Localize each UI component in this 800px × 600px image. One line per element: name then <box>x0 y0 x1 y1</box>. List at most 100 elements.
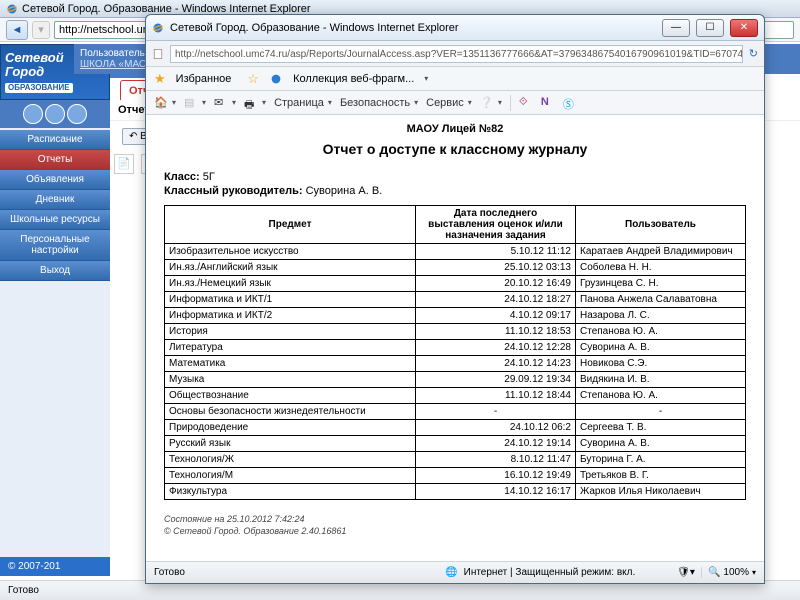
user-label: Пользователь <box>80 48 145 59</box>
nav-round-icon[interactable] <box>67 104 87 124</box>
cell-date: 24.10.12 12:28 <box>416 340 576 356</box>
security-menu[interactable]: Безопасность <box>340 97 418 109</box>
cell-date: 11.10.12 18:44 <box>416 388 576 404</box>
nav-schedule[interactable]: Расписание <box>0 130 110 150</box>
web-collection-link[interactable]: Коллекция веб-фрагм... <box>293 73 414 85</box>
cell-user: Панова Анжела Салаватовна <box>576 292 746 308</box>
cell-date: 14.10.12 16:17 <box>416 484 576 500</box>
user-school-link[interactable]: ШКОЛА «МАО» <box>80 59 152 70</box>
close-button[interactable]: ✕ <box>730 19 758 37</box>
teacher-value: Суворина А. В. <box>306 185 383 197</box>
star-icon-small: ☆ <box>247 71 259 87</box>
class-label: Класс: <box>164 171 200 183</box>
table-row: Основы безопасности жизнедеятельности-- <box>165 404 746 420</box>
refresh-icon[interactable]: ↻ <box>749 47 758 60</box>
cell-subject: Изобразительное искусство <box>165 244 416 260</box>
maximize-button[interactable]: ☐ <box>696 19 724 37</box>
cell-date: 24.10.12 06:2 <box>416 420 576 436</box>
ie-icon <box>152 22 164 34</box>
cell-date: 24.10.12 14:23 <box>416 356 576 372</box>
help-icon: ❔ <box>480 96 494 110</box>
cell-date: 24.10.12 19:14 <box>416 436 576 452</box>
logo-badge: ОБРАЗОВАНИЕ <box>5 83 73 94</box>
outer-title-text: Сетевой Город. Образование - Windows Int… <box>22 3 311 15</box>
cell-subject: Музыка <box>165 372 416 388</box>
nav-round-icon[interactable] <box>23 104 43 124</box>
skype-icon[interactable]: Ⓢ <box>563 96 577 110</box>
cell-user: Степанова Ю. А. <box>576 324 746 340</box>
school-name: МАОУ Лицей №82 <box>164 123 746 135</box>
print-icon: 🖶 <box>244 96 258 110</box>
nav-announcements[interactable]: Объявления <box>0 170 110 190</box>
toolbar-separator <box>510 95 511 111</box>
nav-settings[interactable]: Персональные настройки <box>0 230 110 261</box>
col-user: Пользователь <box>576 206 746 244</box>
favorites-bar: ★ Избранное ☆ Коллекция веб-фрагм... ▾ <box>146 67 764 91</box>
nav-back-icon[interactable]: ◄ <box>6 20 28 40</box>
protected-mode-icon[interactable]: 🛡▾ <box>677 567 695 578</box>
report-content: МАОУ Лицей №82 Отчет о доступе к классно… <box>146 115 764 555</box>
class-row: Класс: 5Г <box>164 171 746 183</box>
teacher-row: Классный руководитель: Суворина А. В. <box>164 185 746 197</box>
nav-exit[interactable]: Выход <box>0 261 110 281</box>
nav-round-icon[interactable] <box>45 104 65 124</box>
nav-resources[interactable]: Школьные ресурсы <box>0 210 110 230</box>
footer-timestamp: Состояние на 25.10.2012 7:42:24 <box>164 514 746 526</box>
popup-titlebar[interactable]: Сетевой Город. Образование - Windows Int… <box>146 15 764 41</box>
cell-date: 11.10.12 18:53 <box>416 324 576 340</box>
globe-icon: 🌐 <box>445 567 457 578</box>
home-menu[interactable]: 🏠 <box>154 96 176 110</box>
plugin-icon-n[interactable]: N <box>541 96 555 110</box>
cell-user: Новикова С.Э. <box>576 356 746 372</box>
cell-date: 8.10.12 11:47 <box>416 452 576 468</box>
minimize-button[interactable]: — <box>662 19 690 37</box>
cell-date: 5.10.12 11:12 <box>416 244 576 260</box>
cell-subject: Технология/М <box>165 468 416 484</box>
cell-subject: Математика <box>165 356 416 372</box>
cell-subject: Физкультура <box>165 484 416 500</box>
zoom-control[interactable]: 🔍 100% ▾ <box>701 567 756 578</box>
nav-reports[interactable]: Отчеты <box>0 150 110 170</box>
nav-diary[interactable]: Дневник <box>0 190 110 210</box>
cell-subject: Литература <box>165 340 416 356</box>
cell-date: 29.09.12 19:34 <box>416 372 576 388</box>
report-table: Предмет Дата последнего выставления оцен… <box>164 205 746 500</box>
popup-statusbar: Готово 🌐 Интернет | Защищенный режим: вк… <box>146 561 764 583</box>
popup-url-field[interactable]: http://netschool.umc74.ru/asp/Reports/Jo… <box>170 45 743 63</box>
cell-date: 4.10.12 09:17 <box>416 308 576 324</box>
cell-subject: Информатика и ИКТ/2 <box>165 308 416 324</box>
rss-icon: ▤ <box>184 96 198 110</box>
zoom-value: 100% <box>723 567 749 578</box>
cell-user: Каратаев Андрей Владимирович <box>576 244 746 260</box>
favorites-label[interactable]: Избранное <box>176 73 232 85</box>
cell-date: 24.10.12 18:27 <box>416 292 576 308</box>
page-menu[interactable]: Страница <box>274 97 332 109</box>
star-icon[interactable]: ★ <box>154 71 166 87</box>
help-menu[interactable]: ❔ <box>480 96 502 110</box>
mail-menu[interactable]: ✉ <box>214 96 236 110</box>
service-menu[interactable]: Сервис <box>426 97 472 109</box>
table-row: Технология/Ж8.10.12 11:47Буторина Г. А. <box>165 452 746 468</box>
export-doc-icon[interactable]: 📄 <box>114 154 134 174</box>
cell-user: Сергеева Т. В. <box>576 420 746 436</box>
report-popup-window: Сетевой Город. Образование - Windows Int… <box>145 14 765 584</box>
nav-list: Расписание Отчеты Объявления Дневник Шко… <box>0 130 110 281</box>
print-menu[interactable]: 🖶 <box>244 96 266 110</box>
status-done: Готово <box>154 567 185 578</box>
cell-subject: История <box>165 324 416 340</box>
plugin-icon-1[interactable]: ⟐ <box>519 96 533 110</box>
cell-user: Суворина А. В. <box>576 436 746 452</box>
nav-icons <box>0 100 110 128</box>
table-row: Литература24.10.12 12:28Суворина А. В. <box>165 340 746 356</box>
page-icon <box>152 48 164 60</box>
cell-user: Видякина И. В. <box>576 372 746 388</box>
cell-date: - <box>416 404 576 420</box>
nav-fwd-icon[interactable]: ▾ <box>32 21 50 39</box>
feeds-menu[interactable]: ▤ <box>184 96 206 110</box>
table-row: Обществознание11.10.12 18:44Степанова Ю.… <box>165 388 746 404</box>
table-row: Информатика и ИКТ/124.10.12 18:27Панова … <box>165 292 746 308</box>
ie-small-icon <box>269 72 283 86</box>
cell-user: Грузинцева С. Н. <box>576 276 746 292</box>
table-row: Информатика и ИКТ/24.10.12 09:17Назарова… <box>165 308 746 324</box>
cell-subject: Технология/Ж <box>165 452 416 468</box>
